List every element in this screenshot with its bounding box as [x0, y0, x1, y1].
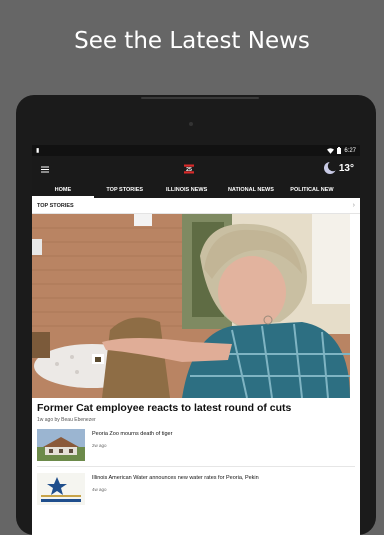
tab-home[interactable]: HOME — [32, 182, 94, 198]
list-item[interactable]: Illinois American Water announces new wa… — [32, 467, 360, 505]
status-time: 6:27 — [344, 147, 356, 154]
notification-icon: ▮ — [36, 148, 40, 154]
tab-national-news[interactable]: NATIONAL NEWS — [218, 182, 285, 198]
hero-headline[interactable]: Former Cat employee reacts to latest rou… — [32, 398, 360, 414]
section-title: TOP STORIES — [37, 202, 74, 209]
tab-political-news[interactable]: POLITICAL NEW — [284, 182, 360, 198]
story-title: Illinois American Water announces new wa… — [92, 475, 259, 481]
story-time: 4w ago — [92, 487, 107, 492]
front-camera — [189, 122, 193, 126]
story-time: 2w ago — [92, 443, 107, 448]
wifi-icon — [327, 147, 335, 154]
tab-bar: HOME TOP STORIES ILLINOIS NEWS NATIONAL … — [32, 182, 360, 198]
list-item[interactable]: Peoria Zoo mourns death of tiger 2w ago — [32, 423, 360, 461]
section-header[interactable]: TOP STORIES › — [32, 198, 360, 214]
story-thumbnail — [37, 473, 85, 505]
app-screen: ▮ 6:27 25 13° HOME TOP STORIES ILLINOIS … — [32, 145, 360, 535]
tab-top-stories[interactable]: TOP STORIES — [94, 182, 156, 198]
hero-photo — [32, 214, 350, 398]
status-bar: ▮ 6:27 — [32, 145, 360, 156]
tab-illinois-news[interactable]: ILLINOIS NEWS — [156, 182, 218, 198]
hero-byline: 1w ago by Beau Ebenezer — [37, 417, 96, 423]
temperature: 13° — [338, 162, 354, 174]
story-thumbnail — [37, 429, 85, 461]
svg-text:25: 25 — [186, 167, 192, 173]
hero-image[interactable] — [32, 214, 350, 398]
bezel-line — [141, 97, 259, 99]
moon-icon — [323, 161, 337, 174]
channel-25-logo[interactable]: 25 — [183, 163, 195, 175]
promo-title: See the Latest News — [74, 28, 310, 54]
hamburger-menu-icon[interactable] — [35, 156, 55, 182]
chevron-right-icon[interactable]: › — [353, 202, 355, 209]
app-bar: 25 13° — [32, 156, 360, 182]
battery-icon — [337, 147, 342, 154]
story-title: Peoria Zoo mourns death of tiger — [92, 431, 173, 437]
weather-widget[interactable]: 13° — [323, 161, 354, 175]
tablet-frame: ▮ 6:27 25 13° HOME TOP STORIES ILLINOIS … — [16, 95, 376, 535]
